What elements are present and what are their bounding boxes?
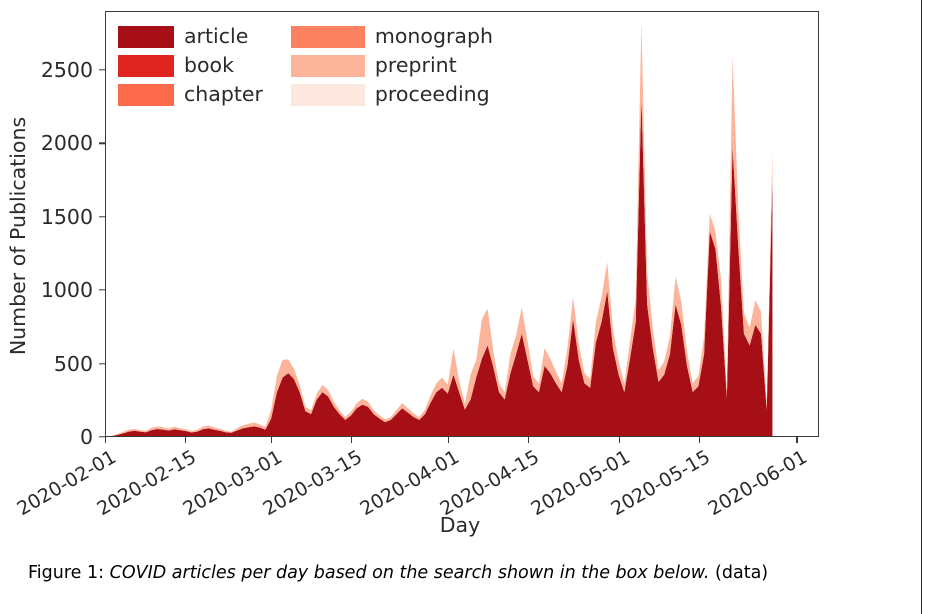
legend-swatch-article [118, 25, 174, 48]
figure-1: Number of Publications 0 500 1000 1500 2000 2… [0, 0, 920, 545]
legend-label-book: book [184, 53, 234, 77]
x-tick-mark [184, 437, 187, 443]
legend-label-chapter: chapter [184, 82, 263, 106]
x-tick-mark [105, 437, 107, 443]
x-tick-mark [796, 437, 798, 443]
y-tick-label: 2500 [40, 57, 93, 82]
caption-prefix: Figure 1: [28, 563, 105, 583]
legend-swatch-book [118, 54, 174, 77]
y-tick-label: 500 [53, 351, 93, 376]
x-tick-mark [270, 437, 273, 443]
caption-emphasis: COVID articles per day based on the sear… [109, 563, 710, 583]
legend-swatch-chapter [118, 83, 174, 106]
x-axis-title: Day [439, 513, 481, 537]
legend-swatch-proceeding [290, 83, 365, 106]
legend-label-article: article [184, 24, 249, 48]
y-axis-title: Number of Publications [6, 116, 30, 356]
page-right-border [921, 0, 922, 614]
figure-caption: Figure 1: COVID articles per day based o… [28, 563, 908, 583]
caption-suffix: (data) [715, 563, 769, 583]
y-axis: Number of Publications 0 500 1000 1500 2000 2… [0, 0, 105, 449]
legend-label-preprint: preprint [374, 53, 457, 77]
legend-label-proceeding: proceeding [374, 82, 490, 106]
plot-frame: article monograph book preprint chapter … [105, 11, 819, 437]
x-tick-mark [527, 437, 530, 443]
legend-label-monograph: monograph [374, 24, 493, 48]
y-tick-label: 1500 [40, 204, 93, 229]
y-tick-label: 2000 [40, 131, 93, 156]
legend-swatch-monograph [290, 25, 365, 48]
x-tick-mark [350, 437, 352, 443]
x-tick-mark [619, 437, 621, 443]
legend-swatch-preprint [290, 54, 365, 77]
x-tick-mark [447, 437, 450, 443]
x-tick-mark [699, 437, 701, 443]
x-tick-label: 2020-06-01 [704, 446, 812, 521]
chart-legend: article monograph book preprint chapter … [118, 22, 511, 109]
y-tick-label: 1000 [40, 278, 93, 303]
y-tick-label: 0 [79, 425, 93, 449]
